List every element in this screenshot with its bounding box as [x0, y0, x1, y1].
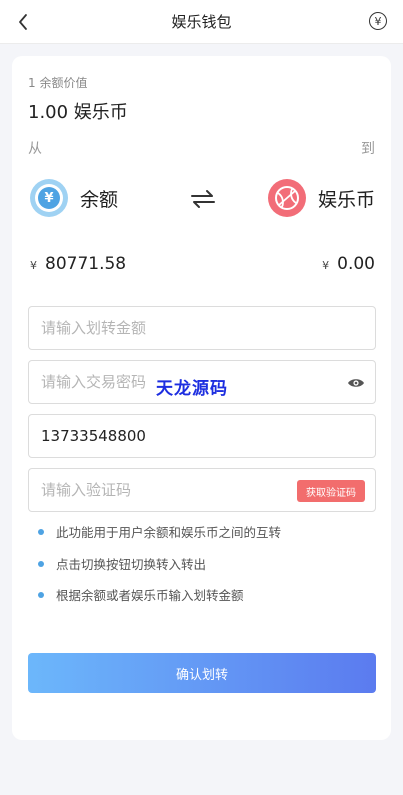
tip-text: 此功能用于用户余额和娱乐币之间的互转 — [56, 525, 282, 540]
to-amount: 0.00 — [337, 254, 375, 274]
wallet-transfer-card: 1 余额价值 1.00 娱乐币 从 到 ¥ 余额 娱乐币 ¥ 80771.58 … — [12, 56, 391, 740]
to-account: 娱乐币 — [267, 178, 375, 218]
confirm-transfer-button[interactable]: 确认划转 — [28, 653, 376, 693]
from-label: 从 — [28, 141, 42, 157]
from-account-name: 余额 — [80, 188, 119, 211]
get-code-button[interactable]: 获取验证码 — [297, 480, 365, 502]
tip-item: 此功能用于用户余额和娱乐币之间的互转 — [38, 522, 281, 541]
page-title: 娱乐钱包 — [171, 13, 232, 31]
basketball-icon — [267, 179, 306, 217]
to-label: 到 — [361, 141, 375, 157]
from-amount: 80771.58 — [45, 254, 127, 274]
tip-item: 根据余额或者娱乐币输入划转金额 — [38, 585, 244, 604]
currency-yen-icon[interactable]: ¥ — [369, 12, 387, 30]
to-currency-symbol: ¥ — [322, 259, 330, 272]
rate-label: 1 余额价值 — [28, 76, 88, 90]
from-balance: ¥ 80771.58 — [30, 254, 126, 274]
bullet-dot — [38, 528, 44, 535]
amount-field — [28, 306, 376, 350]
watermark-text: 天龙源码 — [156, 379, 228, 399]
balance-coin-glyph: ¥ — [38, 187, 60, 209]
to-balance: ¥ 0.00 — [322, 254, 375, 274]
bullet-dot — [38, 591, 44, 598]
rate-value: 1.00 娱乐币 — [28, 102, 128, 123]
bullet-dot — [38, 560, 44, 567]
swap-arrows-icon — [191, 190, 215, 208]
tip-text: 点击切换按钮切换转入转出 — [56, 557, 207, 572]
to-account-name: 娱乐币 — [317, 188, 375, 211]
tip-item: 点击切换按钮切换转入转出 — [38, 554, 206, 573]
from-account: ¥ 余额 — [30, 178, 118, 218]
eye-icon[interactable] — [347, 375, 365, 391]
transfer-amount-input[interactable] — [29, 307, 375, 349]
swap-button[interactable] — [188, 186, 218, 212]
phone-field — [28, 414, 376, 458]
tip-text: 根据余额或者娱乐币输入划转金额 — [56, 588, 244, 603]
phone-input[interactable] — [29, 415, 375, 457]
code-field: 获取验证码 — [28, 468, 376, 512]
balance-coin-icon: ¥ — [30, 179, 68, 217]
top-bar: 娱乐钱包 ¥ — [0, 0, 403, 44]
from-currency-symbol: ¥ — [30, 259, 37, 272]
